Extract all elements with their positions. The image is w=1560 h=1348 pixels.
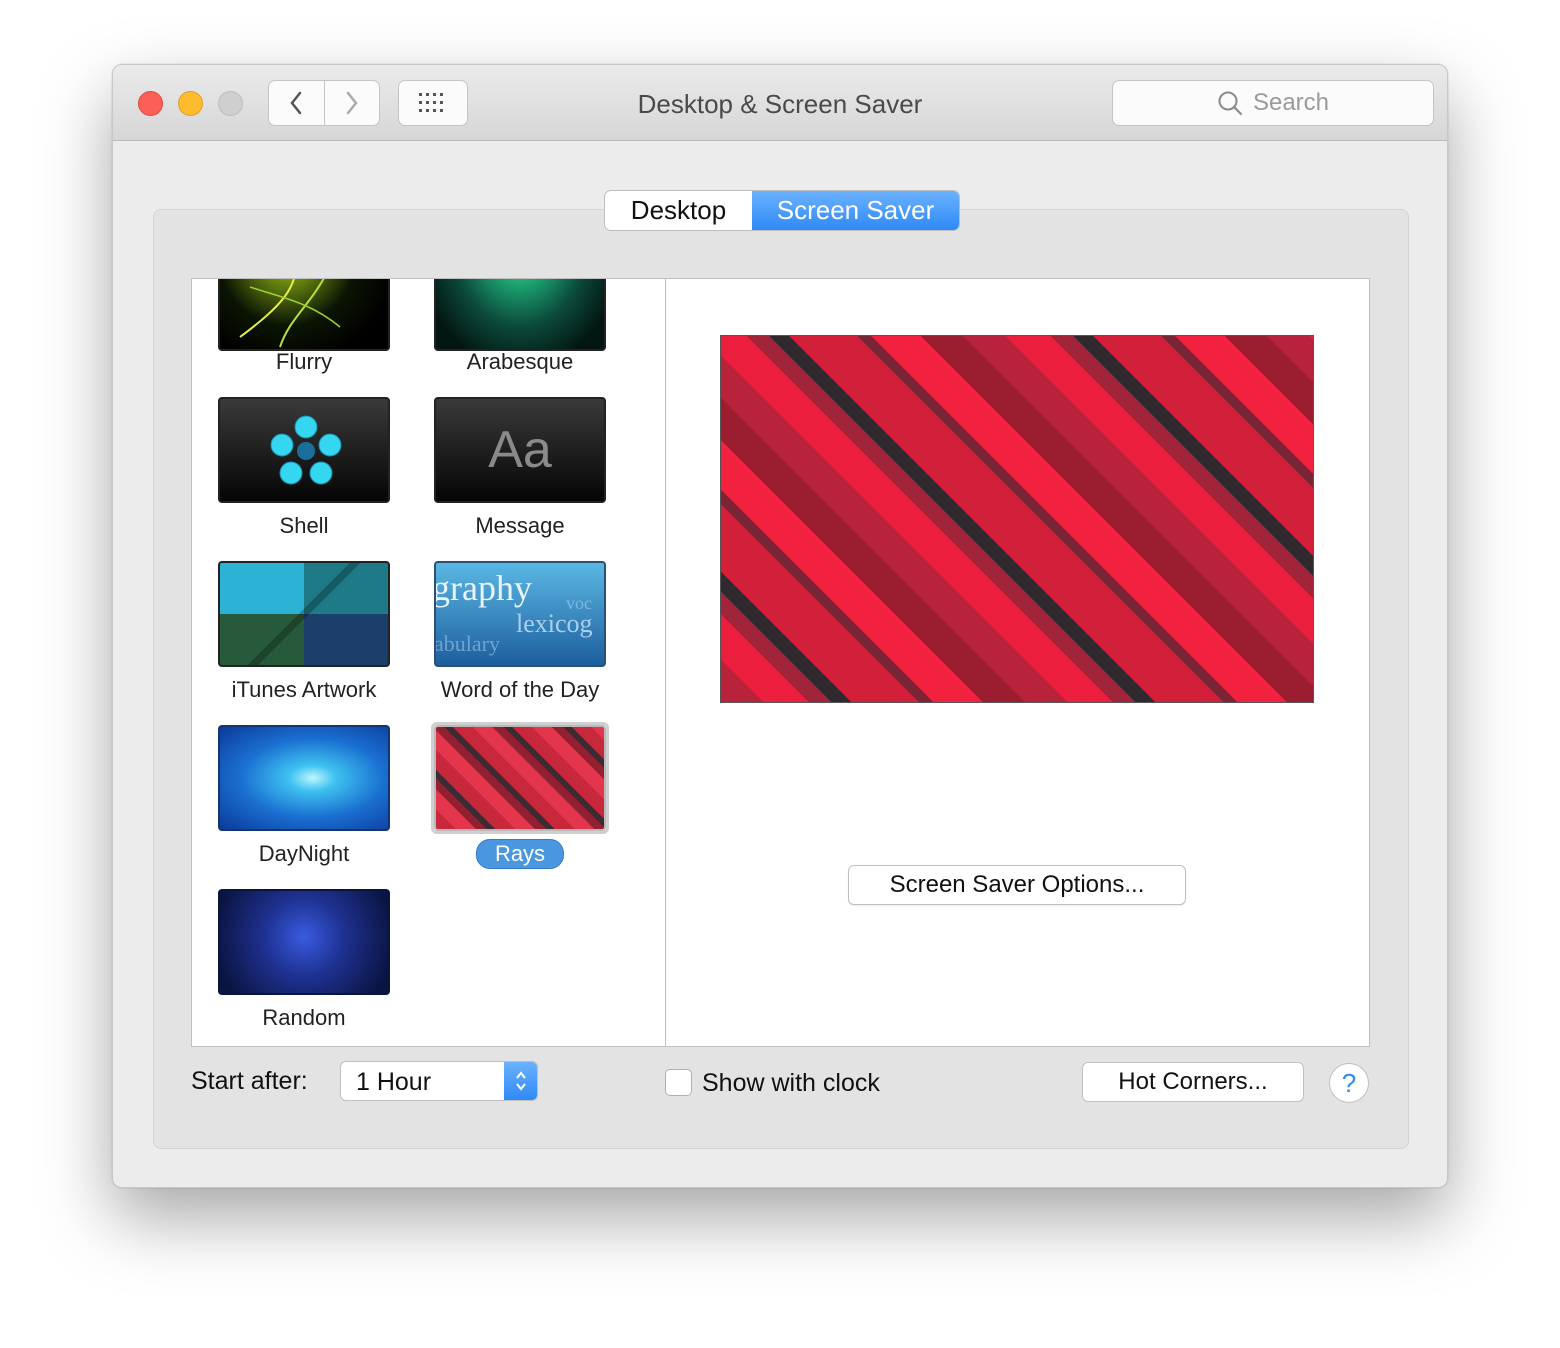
tab-screen-saver[interactable]: Screen Saver	[752, 191, 959, 230]
screen-saver-preview	[720, 335, 1314, 703]
tab-desktop[interactable]: Desktop	[605, 191, 752, 230]
random-thumbnail[interactable]	[218, 889, 390, 995]
message-thumb-text: Aa	[488, 421, 552, 479]
chevron-left-icon	[290, 91, 302, 115]
grid-icon	[419, 93, 443, 112]
system-preferences-window: Desktop & Screen Saver Search Desktop Sc…	[112, 64, 1448, 1188]
word-thumb-word-4: abulary	[434, 631, 500, 656]
daynight-thumbnail[interactable]	[218, 725, 390, 831]
zoom-button	[218, 91, 243, 116]
start-after-label: Start after:	[191, 1067, 308, 1095]
word-of-the-day-thumbnail[interactable]: graphy voc lexicog abulary	[434, 561, 606, 667]
saver-label-shell[interactable]: Shell	[280, 513, 329, 539]
flurry-thumbnail[interactable]	[218, 279, 390, 351]
itunes-artwork-thumbnail[interactable]	[218, 561, 390, 667]
saver-label-word-of-the-day[interactable]: Word of the Day	[441, 677, 600, 703]
show-all-button[interactable]	[398, 80, 468, 126]
search-field[interactable]: Search	[1112, 80, 1434, 126]
start-after-value: 1 Hour	[356, 1068, 432, 1096]
rays-thumbnail[interactable]	[434, 725, 606, 831]
close-button[interactable]	[138, 91, 163, 116]
shell-thumbnail[interactable]	[218, 397, 390, 503]
help-button[interactable]: ?	[1329, 1063, 1369, 1103]
show-with-clock-checkbox[interactable]	[665, 1069, 692, 1096]
saver-label-random[interactable]: Random	[262, 1005, 345, 1031]
saver-label-flurry[interactable]: Flurry	[276, 349, 332, 375]
hot-corners-button[interactable]: Hot Corners...	[1082, 1062, 1304, 1102]
chevron-right-icon	[346, 91, 358, 115]
word-thumb-word-3: lexicog	[516, 609, 593, 638]
flurry-streaks-graphic	[239, 279, 341, 348]
saver-label-message[interactable]: Message	[475, 513, 564, 539]
saver-label-arabesque[interactable]: Arabesque	[467, 349, 573, 375]
screen-saver-list[interactable]: Flurry Arabesque Shell Aa Message iTunes…	[191, 278, 667, 1047]
titlebar: Desktop & Screen Saver Search	[113, 65, 1447, 141]
saver-label-daynight[interactable]: DayNight	[259, 841, 349, 867]
saver-label-itunes-artwork[interactable]: iTunes Artwork	[232, 677, 377, 703]
forward-button[interactable]	[323, 81, 380, 125]
start-after-popup[interactable]: 1 Hour	[340, 1061, 538, 1101]
popup-stepper-icon	[504, 1062, 537, 1100]
shell-flower-graphic	[270, 415, 342, 485]
search-placeholder: Search	[1252, 89, 1330, 116]
tab-control: Desktop Screen Saver	[604, 190, 960, 231]
window-title: Desktop & Screen Saver	[637, 89, 923, 119]
word-thumb-word-1: graphy	[434, 568, 532, 608]
message-thumbnail[interactable]: Aa	[434, 397, 606, 503]
saver-label-rays[interactable]: Rays	[475, 839, 565, 869]
back-button[interactable]	[269, 81, 324, 125]
minimize-button[interactable]	[178, 91, 203, 116]
screen-saver-options-button[interactable]: Screen Saver Options...	[848, 865, 1186, 905]
back-forward-group	[268, 80, 380, 126]
search-icon	[1218, 91, 1243, 116]
arabesque-thumbnail[interactable]	[434, 279, 606, 351]
preview-panel: Screen Saver Options...	[665, 278, 1370, 1047]
show-with-clock-label[interactable]: Show with clock	[702, 1069, 880, 1098]
